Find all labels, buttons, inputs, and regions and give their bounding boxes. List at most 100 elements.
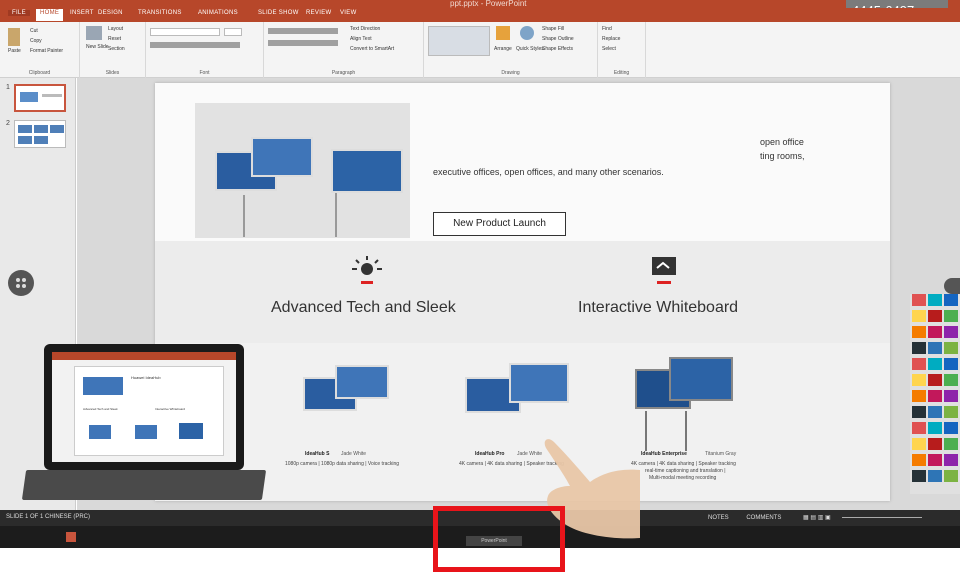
features-band: Advanced Tech and Sleek Interactive Whit…	[155, 241, 890, 343]
font-format-icons[interactable]	[150, 42, 240, 48]
color-swatch[interactable]	[928, 358, 942, 370]
slide-thumbnail-2[interactable]	[14, 120, 66, 148]
new-product-launch-button[interactable]: New Product Launch	[433, 212, 566, 236]
color-swatch[interactable]	[928, 390, 942, 402]
color-swatch[interactable]	[944, 390, 958, 402]
slide-thumbnail-1[interactable]	[14, 84, 66, 112]
slides-label: Slides	[105, 70, 120, 76]
new-slide-icon[interactable]	[86, 26, 102, 40]
color-swatch[interactable]	[944, 310, 958, 322]
section-button[interactable]: Section	[108, 46, 125, 52]
product-spec-1: 1080p camera | 1080p data sharing | Voic…	[285, 461, 400, 467]
color-swatch[interactable]	[912, 390, 926, 402]
color-swatch[interactable]	[912, 422, 926, 434]
view-buttons[interactable]: ▦ ▤ ▥ ▣	[803, 515, 831, 521]
select-button[interactable]: Select	[602, 46, 616, 52]
convert-smartart-button[interactable]: Convert to SmartArt	[350, 46, 394, 52]
product-spec-3: 4K camera | 4K data sharing | Speaker tr…	[631, 461, 736, 467]
color-swatch[interactable]	[944, 342, 958, 354]
color-swatch[interactable]	[912, 310, 926, 322]
color-swatch[interactable]	[912, 342, 926, 354]
font-size-select[interactable]	[224, 28, 242, 36]
color-swatch[interactable]	[944, 422, 958, 434]
shape-outline-button[interactable]: Shape Outline	[542, 36, 574, 42]
color-swatch[interactable]	[912, 294, 926, 306]
find-button[interactable]: Find	[602, 26, 612, 32]
color-swatch[interactable]	[912, 358, 926, 370]
shape-effects-button[interactable]: Shape Effects	[542, 46, 573, 52]
color-swatch[interactable]	[944, 438, 958, 450]
color-swatch[interactable]	[944, 454, 958, 466]
color-swatch[interactable]	[944, 358, 958, 370]
tab-view[interactable]: VIEW	[340, 10, 357, 16]
color-swatch[interactable]	[928, 342, 942, 354]
tab-transitions[interactable]: TRANSITIONS	[138, 10, 182, 16]
color-swatch[interactable]	[912, 326, 926, 338]
quick-styles-icon[interactable]	[520, 26, 534, 40]
tab-insert[interactable]: INSERT	[70, 10, 94, 16]
color-swatch[interactable]	[912, 406, 926, 418]
tab-animations[interactable]: ANIMATIONS	[198, 10, 238, 16]
list-format-icons[interactable]	[268, 28, 338, 34]
arrange-icon[interactable]	[496, 26, 510, 40]
shape-fill-button[interactable]: Shape Fill	[542, 26, 564, 32]
color-swatch[interactable]	[928, 406, 942, 418]
tab-slide-show[interactable]: SLIDE SHOW	[258, 10, 299, 16]
color-swatch[interactable]	[928, 470, 942, 482]
quick-styles-button[interactable]: Quick Styles	[516, 46, 544, 52]
text-direction-button[interactable]: Text Direction	[350, 26, 380, 32]
laptop-keyboard	[21, 470, 267, 500]
tab-file[interactable]: FILE	[8, 10, 30, 16]
color-swatch[interactable]	[912, 454, 926, 466]
highlight-box	[433, 506, 565, 572]
tab-review[interactable]: REVIEW	[306, 10, 331, 16]
product-color-3: Titanium Gray	[705, 451, 737, 457]
font-label: Font	[199, 70, 210, 76]
reset-button[interactable]: Reset	[108, 36, 121, 42]
editing-label: Editing	[613, 70, 630, 76]
color-swatch[interactable]	[928, 374, 942, 386]
color-swatch[interactable]	[944, 470, 958, 482]
tab-home[interactable]: HOME	[36, 9, 64, 21]
drawing-group: Arrange Quick Styles Shape Fill Shape Ou…	[424, 22, 598, 78]
color-swatch[interactable]	[928, 326, 942, 338]
paste-button[interactable]: Paste	[8, 48, 21, 54]
replace-button[interactable]: Replace	[602, 36, 620, 42]
color-swatch[interactable]	[912, 470, 926, 482]
color-swatch[interactable]	[944, 326, 958, 338]
laptop-feature-1: Advanced Tech and Sleek	[83, 407, 118, 411]
floating-menu-button-left[interactable]	[8, 270, 34, 296]
paste-icon[interactable]	[8, 28, 20, 46]
ribbon-tab-bar: FILE HOME INSERT DESIGN TRANSITIONS ANIM…	[0, 8, 960, 22]
color-swatch[interactable]	[912, 438, 926, 450]
powerpoint-taskbar-icon[interactable]	[66, 532, 76, 542]
product-image-3	[635, 357, 745, 453]
new-slide-button[interactable]: New Slide	[86, 44, 109, 50]
tab-design[interactable]: DESIGN	[98, 10, 123, 16]
color-swatch[interactable]	[944, 294, 958, 306]
notes-button[interactable]: NOTES	[708, 515, 729, 521]
feature-title-1: Advanced Tech and Sleek	[271, 299, 456, 316]
color-swatch[interactable]	[944, 406, 958, 418]
format-painter-button[interactable]: Format Painter	[30, 48, 63, 54]
arrange-button[interactable]: Arrange	[494, 46, 512, 52]
color-swatch[interactable]	[944, 374, 958, 386]
color-swatch[interactable]	[928, 438, 942, 450]
laptop-display: Huawei IdeaHub Advanced Tech and Sleek I…	[52, 352, 236, 462]
color-swatch[interactable]	[928, 454, 942, 466]
color-swatch[interactable]	[928, 310, 942, 322]
align-text-button[interactable]: Align Text	[350, 36, 372, 42]
comments-button[interactable]: COMMENTS	[746, 515, 781, 521]
floating-menu-button-right[interactable]	[944, 278, 960, 294]
alignment-icons[interactable]	[268, 40, 338, 46]
color-swatch[interactable]	[928, 294, 942, 306]
color-swatch[interactable]	[928, 422, 942, 434]
layout-button[interactable]: Layout	[108, 26, 123, 32]
color-swatch[interactable]	[912, 374, 926, 386]
copy-button[interactable]: Copy	[30, 38, 42, 44]
zoom-slider[interactable]	[842, 516, 923, 518]
product-image-2	[465, 363, 575, 423]
cut-button[interactable]: Cut	[30, 28, 38, 34]
font-name-select[interactable]	[150, 28, 220, 36]
shapes-gallery[interactable]	[428, 26, 490, 56]
